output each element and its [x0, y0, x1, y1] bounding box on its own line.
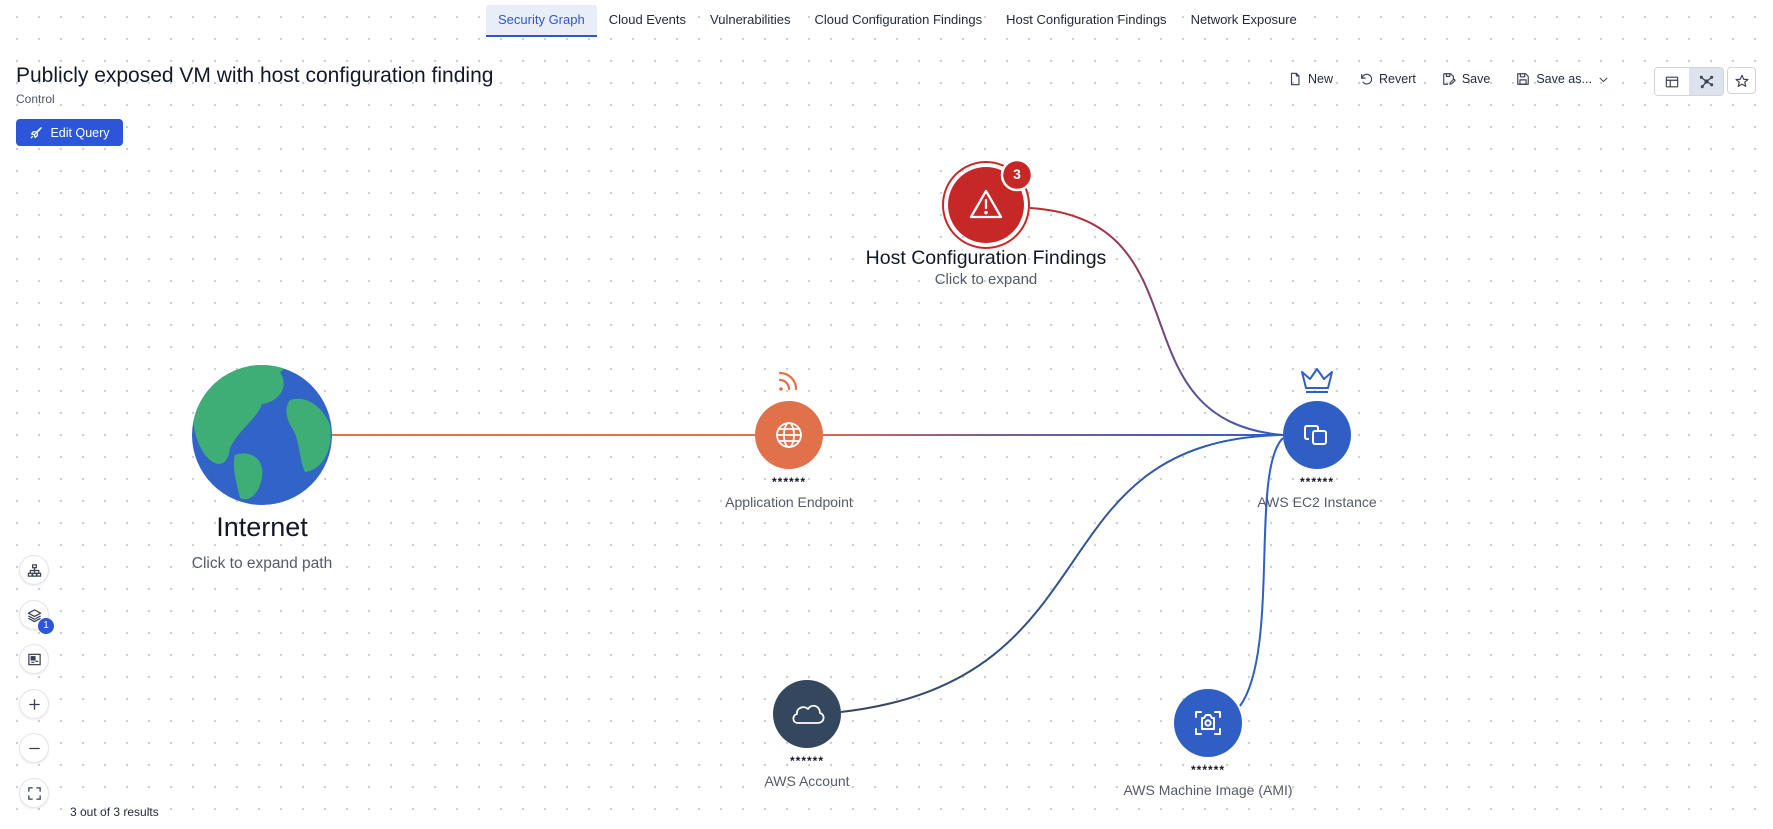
minimap-button[interactable] — [19, 644, 49, 674]
internet-node[interactable] — [192, 364, 332, 505]
account-type: AWS Account — [764, 773, 850, 789]
ami-name: ****** — [1190, 763, 1226, 777]
fit-view-button[interactable] — [19, 778, 49, 808]
ec2-type: AWS EC2 Instance — [1257, 494, 1377, 510]
rss-icon — [778, 371, 798, 391]
edge-ami-ec2 — [1239, 437, 1284, 707]
findings-hint: Click to expand — [934, 271, 1038, 288]
hierarchy-layout-button[interactable] — [19, 555, 49, 585]
hierarchy-icon — [27, 563, 41, 577]
plus-icon — [28, 698, 40, 710]
internet-title: Internet — [216, 512, 308, 542]
zoom-in-button[interactable] — [19, 689, 49, 719]
endpoint-type: Application Endpoint — [725, 494, 853, 510]
edge-account-ec2 — [840, 434, 1284, 713]
ami-type: AWS Machine Image (AMI) — [1123, 782, 1293, 798]
security-graph-canvas[interactable] — [0, 0, 1773, 829]
endpoint-name: ****** — [771, 475, 807, 489]
results-count: 3 out of 3 results — [70, 805, 159, 819]
internet-hint: Click to expand path — [191, 555, 333, 572]
layers-count-badge: 1 — [38, 618, 54, 634]
aws-account-node[interactable] — [773, 680, 841, 748]
fullscreen-icon — [27, 786, 41, 800]
minus-icon — [28, 747, 40, 749]
aws-ec2-instance-node[interactable] — [1283, 401, 1351, 469]
aws-machine-image-node[interactable] — [1174, 689, 1242, 757]
edge-findings-ec2 — [1029, 207, 1284, 436]
minimap-icon — [27, 653, 41, 665]
findings-count-badge: 3 — [1013, 166, 1021, 182]
zoom-out-button[interactable] — [19, 733, 49, 763]
findings-title: Host Configuration Findings — [865, 247, 1107, 269]
account-name: ****** — [789, 754, 825, 768]
crown-icon — [1301, 368, 1333, 393]
ec2-name: ****** — [1299, 475, 1335, 489]
application-endpoint-node[interactable] — [755, 401, 823, 469]
